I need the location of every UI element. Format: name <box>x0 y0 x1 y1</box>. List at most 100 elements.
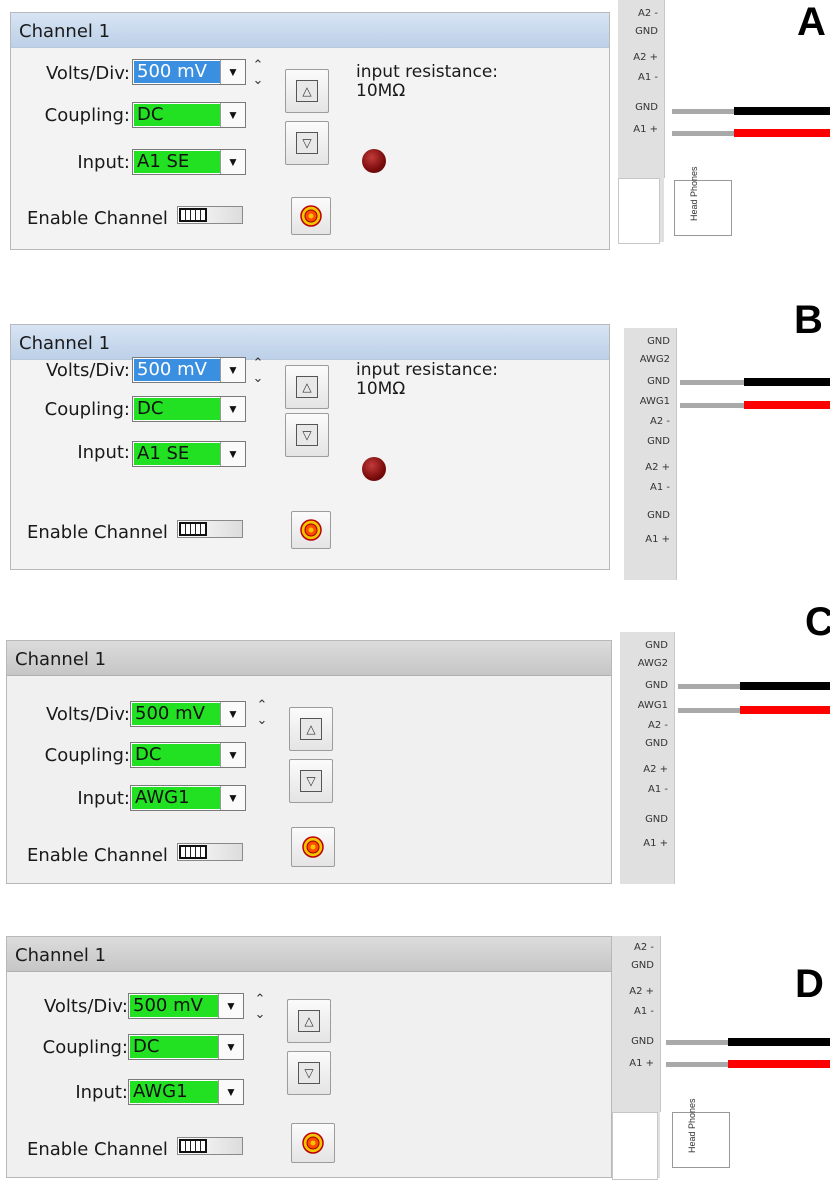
enable-channel-label: Enable Channel <box>27 208 168 229</box>
volts-div-label: Volts/Div: <box>43 996 128 1017</box>
enable-channel-label: Enable Channel <box>27 522 168 543</box>
channel-title: Channel 1 <box>19 333 111 354</box>
channel-title: Channel 1 <box>15 649 107 670</box>
volts-div-select[interactable]: 500 mV ▼ <box>132 357 246 383</box>
scale-up-button[interactable]: △ <box>285 69 329 113</box>
pin-label: GND <box>635 102 658 113</box>
scale-up-button[interactable]: △ <box>287 999 331 1043</box>
enable-channel-toggle[interactable] <box>177 843 243 861</box>
scale-down-button[interactable]: ▽ <box>289 759 333 803</box>
chevron-down-icon[interactable]: ▼ <box>218 1080 243 1104</box>
pin-label: GND <box>647 336 670 347</box>
scale-down-button[interactable]: ▽ <box>285 121 329 165</box>
toggle-knob[interactable] <box>179 1139 207 1153</box>
chevron-down-icon[interactable]: ▼ <box>220 103 245 127</box>
input-select[interactable]: A1 SE ▼ <box>132 441 246 467</box>
pin-label: GND <box>647 436 670 447</box>
record-button[interactable] <box>291 827 335 867</box>
pin-label: A1 - <box>648 784 668 795</box>
scale-up-button[interactable]: △ <box>289 707 333 751</box>
panel-letter-a: A <box>797 0 826 44</box>
up-down-spinner-icon[interactable]: ⌃ ⌄ <box>251 355 265 389</box>
volts-div-select[interactable]: 500 mV ▼ <box>128 993 244 1019</box>
coupling-select[interactable]: DC ▼ <box>132 102 246 128</box>
up-down-spinner-icon[interactable]: ⌃ ⌄ <box>253 991 267 1025</box>
breadboard-edge-b <box>676 328 743 580</box>
headphones-label: Head Phones <box>689 166 699 221</box>
input-resistance-text: input resistance: 10MΩ <box>356 63 498 101</box>
input-select[interactable]: AWG1 ▼ <box>130 785 246 811</box>
scale-down-button[interactable]: ▽ <box>285 413 329 457</box>
chevron-down-icon[interactable]: ▼ <box>220 442 245 466</box>
black-probe-wire <box>728 1038 830 1046</box>
volts-div-select[interactable]: 500 mV ▼ <box>132 59 246 85</box>
pin-label: AWG2 <box>637 658 668 669</box>
channel-title-bar: Channel 1 <box>7 937 611 972</box>
breadboard-edge-d <box>660 936 741 1112</box>
connector-block-c: GND AWG2 GND AWG1 A2 - GND A2 + A1 - GND… <box>620 632 674 884</box>
coupling-select[interactable]: DC ▼ <box>132 396 246 422</box>
chevron-down-icon[interactable]: ▼ <box>220 743 245 767</box>
gnd-wire-stub <box>678 684 740 689</box>
coupling-label: Coupling: <box>44 399 130 420</box>
input-select[interactable]: AWG1 ▼ <box>128 1079 244 1105</box>
record-button[interactable] <box>291 197 331 235</box>
coupling-value: DC <box>134 104 221 126</box>
pin-label: GND <box>645 738 668 749</box>
triangle-down-icon: ▽ <box>298 1062 320 1084</box>
channel-panel-a: Channel 1 Volts/Div: 500 mV ▼ ⌃ ⌄ △ input… <box>10 12 610 250</box>
volts-div-value: 500 mV <box>132 703 221 725</box>
chevron-down-icon[interactable]: ▼ <box>220 60 245 84</box>
awg1-wire-stub <box>680 403 744 408</box>
toggle-knob[interactable] <box>179 845 207 859</box>
up-down-spinner-icon[interactable]: ⌃ ⌄ <box>255 697 269 731</box>
coupling-select[interactable]: DC ▼ <box>128 1034 244 1060</box>
gnd-wire-stub <box>666 1040 728 1045</box>
scale-up-button[interactable]: △ <box>285 365 329 409</box>
pin-label: AWG2 <box>639 354 670 365</box>
a1-wire-stub <box>666 1062 728 1067</box>
pin-label: A2 - <box>650 416 670 427</box>
enable-channel-toggle[interactable] <box>177 206 243 224</box>
panel-letter-d: D <box>795 962 824 1006</box>
volts-div-label: Volts/Div: <box>45 63 130 84</box>
channel-title: Channel 1 <box>15 945 107 966</box>
record-target-icon <box>302 1132 324 1154</box>
pin-label: A2 + <box>633 52 658 63</box>
chevron-down-icon[interactable]: ▼ <box>218 1035 243 1059</box>
scale-down-button[interactable]: ▽ <box>287 1051 331 1095</box>
chevron-down-icon[interactable]: ▼ <box>218 994 243 1018</box>
chevron-down-icon[interactable]: ▼ <box>220 358 245 382</box>
pin-label: A1 - <box>638 72 658 83</box>
coupling-select[interactable]: DC ▼ <box>130 742 246 768</box>
input-value: A1 SE <box>134 443 221 465</box>
breadboard-edge-c <box>674 632 743 884</box>
input-resistance-text: input resistance: 10MΩ <box>356 361 498 399</box>
pin-label: A2 + <box>643 764 668 775</box>
coupling-value: DC <box>130 1036 219 1058</box>
panel-letter-b: B <box>794 298 823 342</box>
red-probe-wire <box>740 706 830 714</box>
volts-div-select[interactable]: 500 mV ▼ <box>130 701 246 727</box>
enable-channel-toggle[interactable] <box>177 520 243 538</box>
coupling-label: Coupling: <box>42 1037 128 1058</box>
up-down-spinner-icon[interactable]: ⌃ ⌄ <box>251 57 265 91</box>
enable-channel-toggle[interactable] <box>177 1137 243 1155</box>
gnd-wire-stub <box>672 109 734 114</box>
chevron-down-icon[interactable]: ▼ <box>220 150 245 174</box>
input-resistance-value: 10MΩ <box>356 81 406 101</box>
triangle-down-icon: ▽ <box>300 770 322 792</box>
record-button[interactable] <box>291 1123 335 1163</box>
chevron-down-icon[interactable]: ▼ <box>220 702 245 726</box>
toggle-knob[interactable] <box>179 208 207 222</box>
chevron-down-icon[interactable]: ▼ <box>220 397 245 421</box>
coupling-label: Coupling: <box>44 105 130 126</box>
input-select[interactable]: A1 SE ▼ <box>132 149 246 175</box>
record-button[interactable] <box>291 511 331 549</box>
breadboard-edge-a <box>664 0 745 178</box>
pin-label: GND <box>631 1036 654 1047</box>
pin-label: AWG1 <box>637 700 668 711</box>
chevron-down-icon[interactable]: ▼ <box>220 786 245 810</box>
pin-label: GND <box>645 640 668 651</box>
toggle-knob[interactable] <box>179 522 207 536</box>
